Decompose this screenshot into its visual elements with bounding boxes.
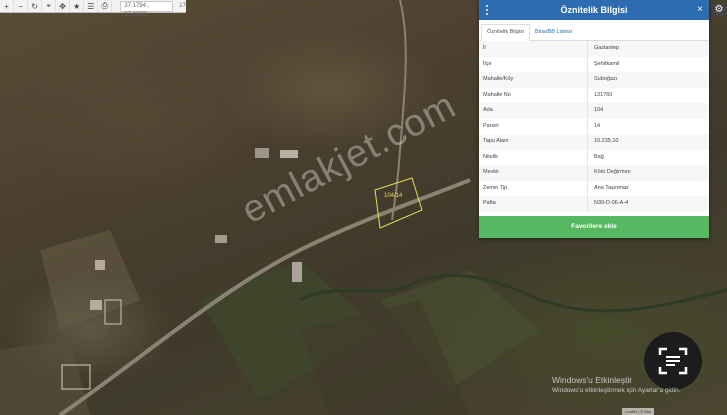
parcel-label: 104/14	[384, 193, 403, 199]
attribute-key: Zemin Tip	[479, 180, 588, 196]
attribute-value: Ana Taşınmaz	[594, 184, 629, 191]
panel-title: Öznitelik Bilgisi	[560, 5, 628, 15]
attribute-value: Suboğazı	[594, 76, 618, 82]
attribute-key: İl	[479, 41, 588, 57]
menu-button[interactable]: ☰	[84, 0, 99, 12]
attribute-key: İlçe	[479, 56, 588, 72]
attribute-value: Kötü Değirmen	[594, 169, 631, 175]
settings-gear-icon[interactable]: ⚙	[712, 3, 726, 17]
attribute-row: Mevkii Kötü Değirmen	[479, 165, 709, 181]
favorite-button[interactable]: ★	[70, 0, 85, 12]
coordinate-readout: 37.1794 , 37.0050	[120, 0, 174, 18]
panel-header: Öznitelik Bilgisi ×	[479, 0, 709, 20]
tab-attribute-info[interactable]: Öznitelik Bilgisi	[481, 24, 530, 41]
attribute-key: Nitelik	[479, 149, 588, 165]
attribute-row: Zemin Tip Ana Taşınmaz	[479, 180, 709, 196]
attribute-row: Mahalle/Köy Suboğazı	[479, 72, 709, 88]
attribute-key: Mahalle No	[479, 87, 588, 103]
activation-subtitle: Windows'u etkinleştirmek için Ayarlar'a …	[552, 387, 681, 394]
attribute-row: Parsel 14	[479, 118, 709, 134]
measure-button[interactable]: ✥	[56, 0, 71, 12]
attribute-row: Tapu Alanı 10.235,10	[479, 134, 709, 150]
windows-activation-notice: Windows'u Etkinleştir Windows'u etkinleş…	[552, 375, 680, 394]
refresh-button[interactable]: ↻	[28, 0, 43, 12]
attribute-key: Ada	[479, 103, 588, 119]
attribute-value: Şehitkamil	[594, 60, 620, 67]
attribute-table: İl Gaziantep İlçe Şehitkamil Mahalle/Köy Subo…	[479, 41, 709, 212]
attribute-value: 104	[594, 107, 604, 113]
attribute-row: İl Gaziantep	[479, 41, 709, 57]
attribute-value: 10.235,10	[594, 138, 619, 144]
print-button[interactable]: ⎙	[98, 0, 113, 12]
panel-tabs: Öznitelik Bilgisi Bina/BB Listesi	[479, 20, 709, 41]
toolbar-extra: 17	[179, 3, 186, 9]
attribute-panel: Öznitelik Bilgisi × Öznitelik Bilgisi Bi…	[479, 0, 709, 238]
attribute-key: Pafta	[479, 196, 588, 212]
attribute-value: N39-D-06-A-4	[594, 200, 629, 206]
zoom-out-button[interactable]: −	[14, 0, 29, 12]
attribute-row: Pafta N39-D-06-A-4	[479, 196, 709, 212]
map-attribution: Leaflet | © Esri	[622, 408, 655, 415]
attribute-value: 14	[594, 122, 601, 129]
add-to-favorites-button[interactable]: Favorilere ekle	[479, 216, 709, 238]
attribute-key: Tapu Alanı	[479, 134, 588, 150]
attribute-value: Bağ	[594, 153, 604, 160]
attribute-key: Mevkii	[479, 165, 588, 181]
zoom-in-button[interactable]: +	[0, 0, 15, 12]
attribute-row: İlçe Şehitkamil	[479, 56, 709, 72]
close-icon[interactable]: ×	[697, 0, 703, 20]
attribute-value: 131760	[594, 91, 613, 98]
attribute-row: Mahalle No 131760	[479, 87, 709, 103]
attribute-key: Mahalle/Köy	[479, 72, 588, 88]
activation-title: Windows'u Etkinleştir	[552, 375, 633, 385]
attribute-row: Nitelik Bağ	[479, 149, 709, 165]
attribute-value: Gaziantep	[594, 45, 620, 51]
map-toolbar: + − ↻ ⌖ ✥ ★ ☰ ⎙ 37.1794 , 37.0050 17	[0, 0, 186, 18]
tab-building-list[interactable]: Bina/BB Listesi	[530, 25, 577, 40]
locate-button[interactable]: ⌖	[42, 0, 57, 12]
attribute-row: Ada 104	[479, 103, 709, 119]
attribute-key: Parsel	[479, 118, 588, 134]
